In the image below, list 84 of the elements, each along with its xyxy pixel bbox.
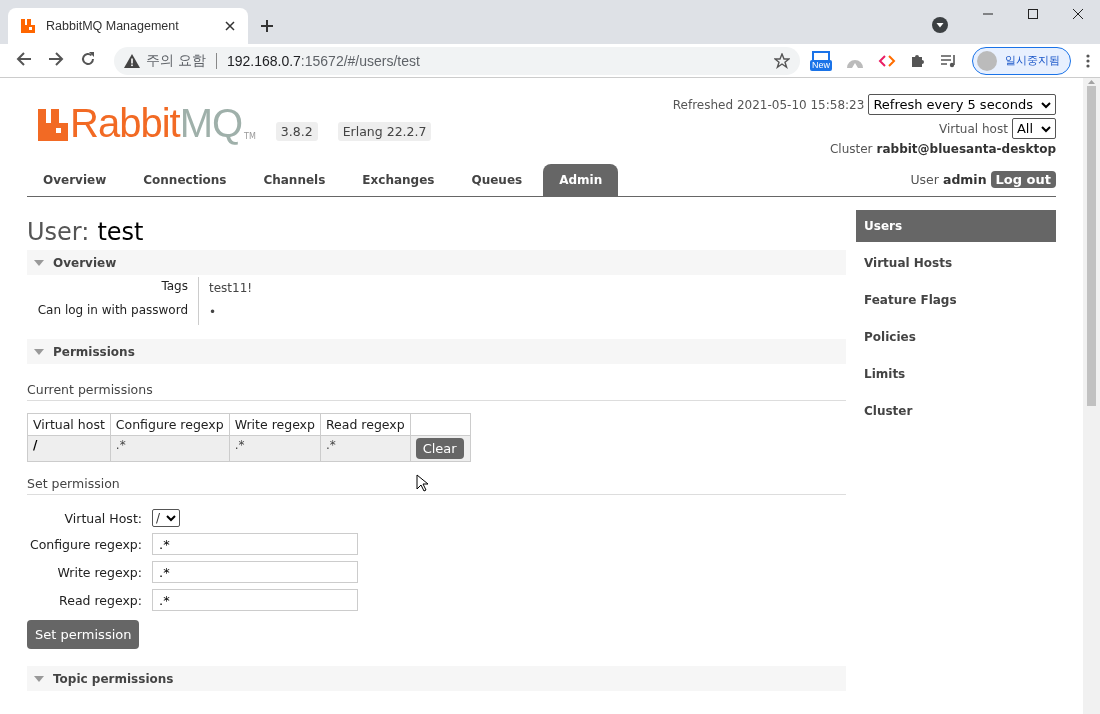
chevron-down-icon xyxy=(1041,124,1051,133)
playlist-icon[interactable] xyxy=(940,52,958,69)
warning-icon xyxy=(124,53,140,68)
field-value: • xyxy=(209,305,217,319)
table-cell: / xyxy=(27,435,111,462)
nav-tab[interactable]: Queues xyxy=(455,164,539,196)
column-header: Configure regexp xyxy=(110,413,230,436)
address-bar[interactable]: 주의 요함 192.168.0.7:15672/#/users/test xyxy=(114,46,800,75)
field-label: Tags xyxy=(161,279,188,293)
chevron-down-icon xyxy=(1041,100,1051,109)
table-cell: .* xyxy=(229,435,321,462)
section-header[interactable]: Overview xyxy=(27,250,846,275)
avatar xyxy=(977,50,997,71)
forward-arrow-icon[interactable] xyxy=(48,51,64,67)
field-value: test11! xyxy=(209,281,253,295)
set-permission-button[interactable]: Set permission xyxy=(27,620,140,649)
nav-tab[interactable]: Connections xyxy=(127,164,243,196)
maximize-icon[interactable] xyxy=(1027,8,1039,20)
field-label: Can log in with password xyxy=(37,303,188,317)
table-cell: .* xyxy=(320,435,411,462)
user-name: admin xyxy=(942,171,987,187)
version-label: 3.8.2 xyxy=(275,122,318,141)
virtual-host-select[interactable]: All xyxy=(1011,118,1056,139)
virtual-host-label: Virtual host xyxy=(938,121,1008,136)
scrollbar[interactable] xyxy=(1083,78,1100,714)
screen-icon[interactable] xyxy=(812,50,830,63)
version-label: Erlang 22.2.7 xyxy=(337,122,432,141)
rabbit-logo-icon xyxy=(20,18,36,34)
rabbit-logo-icon xyxy=(38,109,68,141)
mouse-pointer-icon xyxy=(416,474,428,492)
cluster-label: Cluster xyxy=(829,142,873,156)
field-label: Virtual Host: xyxy=(63,510,142,526)
star-icon[interactable] xyxy=(774,52,790,69)
regexp-input[interactable]: .* xyxy=(152,533,358,555)
regexp-input[interactable]: .* xyxy=(152,561,358,583)
close-icon[interactable] xyxy=(1072,8,1084,20)
vhost-select[interactable]: / xyxy=(152,509,181,527)
security-warning: 주의 요함 xyxy=(146,51,206,70)
chevron-down-icon xyxy=(166,514,177,522)
code-brackets-icon[interactable] xyxy=(878,53,896,68)
refresh-select[interactable]: Refresh every 5 seconds xyxy=(868,94,1056,115)
reload-icon[interactable] xyxy=(80,51,96,67)
sidebar-item[interactable]: Users xyxy=(856,210,1056,242)
close-icon[interactable] xyxy=(224,20,236,32)
column-header: Virtual host xyxy=(27,413,111,436)
page-title-label: User: xyxy=(27,218,90,246)
sidebar-item[interactable]: Limits xyxy=(856,358,1056,390)
sidebar-item[interactable]: Policies xyxy=(856,321,1056,353)
table-cell: .* xyxy=(110,435,230,462)
column-header: Read regexp xyxy=(320,413,411,436)
more-menu-icon[interactable] xyxy=(1085,52,1091,69)
url-text: 192.168.0.7:15672/#/users/test xyxy=(226,52,420,69)
tab-search-icon[interactable] xyxy=(932,17,948,33)
section-header[interactable]: Permissions xyxy=(27,339,846,364)
regexp-input[interactable]: .* xyxy=(152,589,358,611)
clear-button[interactable]: Clear xyxy=(415,438,464,459)
triangle-icon[interactable] xyxy=(33,346,45,357)
page-title: test xyxy=(97,218,144,246)
refreshed-time: Refreshed 2021-05-10 15:58:23 xyxy=(672,97,865,112)
plus-icon[interactable] xyxy=(260,19,274,33)
triangle-icon[interactable] xyxy=(33,673,45,684)
subsection-title: Current permissions xyxy=(27,382,846,401)
tab-title: RabbitMQ Management xyxy=(46,19,180,33)
nav-tab[interactable]: Overview xyxy=(27,164,123,196)
triangle-icon[interactable] xyxy=(33,257,45,268)
nav-tab[interactable]: Channels xyxy=(247,164,342,196)
field-label: Configure regexp: xyxy=(28,536,142,552)
nav-tab[interactable]: Admin xyxy=(543,164,619,196)
logout-button[interactable]: Log out xyxy=(990,170,1056,188)
sidebar-item[interactable]: Cluster xyxy=(856,395,1056,427)
user-label: User xyxy=(910,171,939,187)
nav-tab[interactable]: Exchanges xyxy=(346,164,451,196)
field-label: Read regexp: xyxy=(58,592,142,608)
sidebar-item[interactable]: Feature Flags xyxy=(856,284,1056,316)
field-label: Write regexp: xyxy=(56,564,142,580)
cluster-name: rabbit@bluesanta-desktop xyxy=(876,142,1056,156)
sidebar-item[interactable]: Virtual Hosts xyxy=(856,247,1056,279)
profile-button[interactable]: 일시중지됨 xyxy=(972,46,1071,75)
browser-tab[interactable]: RabbitMQ Management xyxy=(8,8,248,44)
puzzle-icon[interactable] xyxy=(910,52,926,69)
column-header: Write regexp xyxy=(229,413,321,436)
section-header[interactable]: Topic permissions xyxy=(27,666,846,691)
new-badge: New xyxy=(810,59,832,71)
back-arrow-icon[interactable] xyxy=(16,51,32,67)
